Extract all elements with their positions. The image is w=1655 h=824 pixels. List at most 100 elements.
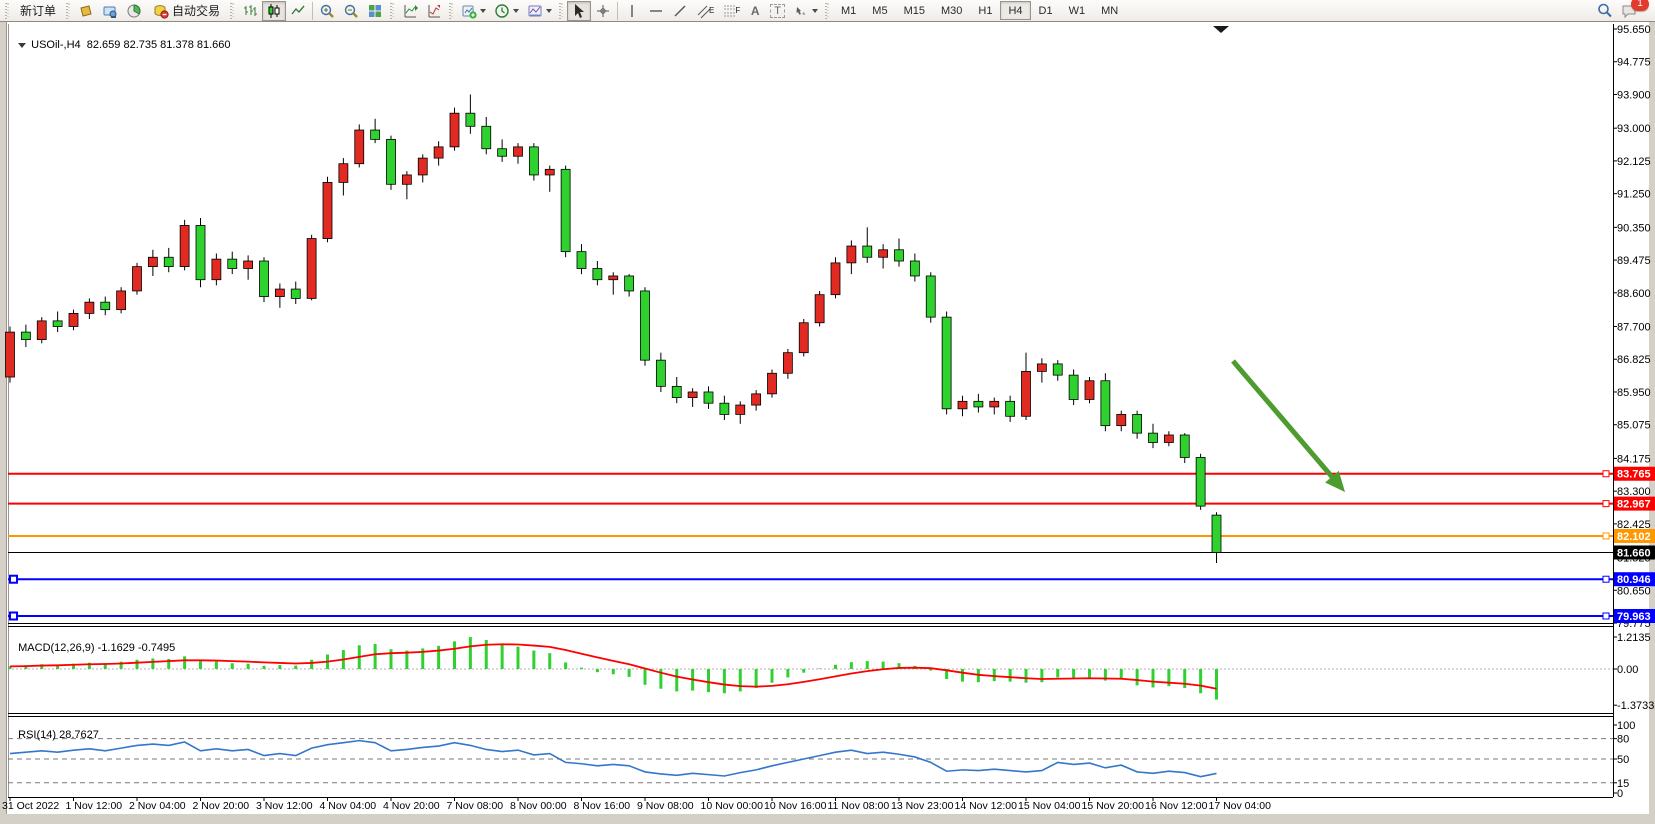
candle-up [212,259,221,280]
candle-down [942,317,951,409]
date-label: 8 Nov 16:00 [574,800,631,812]
price-line-label-79.963: 79.963 [1617,611,1651,623]
price-tick-label: 87.700 [1617,321,1651,333]
candle-up [85,302,94,313]
candle-up [768,373,777,394]
candle-down [974,401,983,407]
macd-values: -1.1629 -0.7495 [98,642,176,654]
candle-up [799,323,808,353]
date-label: 15 Nov 04:00 [1018,800,1081,812]
candle-up [450,113,459,147]
candle-down [164,257,173,266]
candle-down [21,332,30,339]
date-label: 16 Nov 12:00 [1145,800,1208,812]
price-tick-label: 93.900 [1617,89,1651,101]
candle-down [466,113,475,126]
date-label: 13 Nov 23:00 [891,800,954,812]
macd-signal-line [10,644,1217,689]
candle-down [260,261,269,297]
candle-up [990,401,999,407]
date-label: 4 Nov 20:00 [383,800,440,812]
line-select-marker[interactable] [10,613,17,620]
candle-up [402,175,411,184]
candle-down [863,246,872,257]
candle-down [704,392,713,403]
candle-up [688,392,697,398]
price-line-label-80.946: 80.946 [1617,574,1651,586]
candle-down [482,126,491,148]
candle-up [958,401,967,408]
price-tick-label: 84.175 [1617,453,1651,465]
price-tick-label: 85.950 [1617,387,1651,399]
date-label: 8 Nov 00:00 [510,800,567,812]
candle-up [1117,414,1126,425]
date-label: 4 Nov 04:00 [320,800,377,812]
candle-up [6,332,15,377]
candle-down [625,276,634,291]
date-label: 15 Nov 20:00 [1082,800,1145,812]
date-label: 3 Nov 12:00 [256,800,313,812]
date-label: 9 Nov 08:00 [637,800,694,812]
chart-list-dropdown-icon[interactable] [18,43,26,48]
candle-down [1006,401,1015,416]
price-tick-label: 92.125 [1617,156,1651,168]
rsi-tick-label: 0 [1617,788,1623,800]
chart-canvas[interactable]: 95.65094.77593.90093.00092.12591.25090.3… [0,0,1655,824]
price-tick-label: 95.650 [1617,24,1651,36]
candle-down [387,139,396,184]
candle-up [355,130,364,164]
candle-up [847,246,856,263]
candle-down [228,259,237,268]
macd-label: MACD(12,26,9) -1.1629 -0.7495 [12,630,175,654]
date-label: 10 Nov 00:00 [701,800,764,812]
candle-down [291,289,300,298]
candle-down [577,252,586,269]
scroll-position-marker[interactable] [1213,26,1229,33]
candle-up [323,182,332,238]
candle-up [752,394,761,405]
price-tick-label: 90.350 [1617,222,1651,234]
candle-down [371,130,380,139]
rsi-tick-label: 100 [1617,720,1635,732]
price-tick-label: 89.475 [1617,255,1651,267]
rsi-label: RSI(14) 28.7627 [12,717,99,741]
candle-down [101,302,110,309]
macd-tick-label: 1.2135 [1617,632,1651,644]
candle-down [529,147,538,175]
candle-down [926,276,935,317]
candle-down [910,261,919,276]
macd-name: MACD(12,26,9) [18,642,94,654]
candle-up [1037,364,1046,371]
candle-down [1069,375,1078,399]
date-label: 10 Nov 16:00 [764,800,827,812]
price-line-label-82.967: 82.967 [1617,499,1651,511]
line-end-marker [1603,471,1609,477]
candle-up [148,257,157,266]
price-tick-label: 85.075 [1617,420,1651,432]
candle-up [815,295,824,323]
trend-arrow-line[interactable] [1233,361,1336,481]
price-tick-label: 93.000 [1617,123,1651,135]
candle-down [1196,457,1205,506]
candle-up [514,147,523,156]
rsi-value: 28.7627 [59,729,99,741]
candle-up [339,164,348,183]
date-label: 14 Nov 12:00 [955,800,1018,812]
macd-tick-label: 0.00 [1617,664,1638,676]
candle-up [831,263,840,295]
line-end-marker [1603,501,1609,507]
candle-up [244,261,253,268]
candle-down [720,403,729,414]
price-line-label-81.660: 81.660 [1617,548,1651,560]
rsi-tick-label: 80 [1617,734,1629,746]
line-select-marker[interactable] [10,576,17,583]
price-tick-label: 86.825 [1617,354,1651,366]
candle-down [1180,435,1189,457]
candle-up [609,276,618,280]
candle-down [196,225,205,279]
candle-down [498,149,507,156]
date-label: 2 Nov 04:00 [129,800,186,812]
price-tick-label: 83.300 [1617,486,1651,498]
candle-up [434,147,443,158]
candle-up [1022,371,1031,416]
